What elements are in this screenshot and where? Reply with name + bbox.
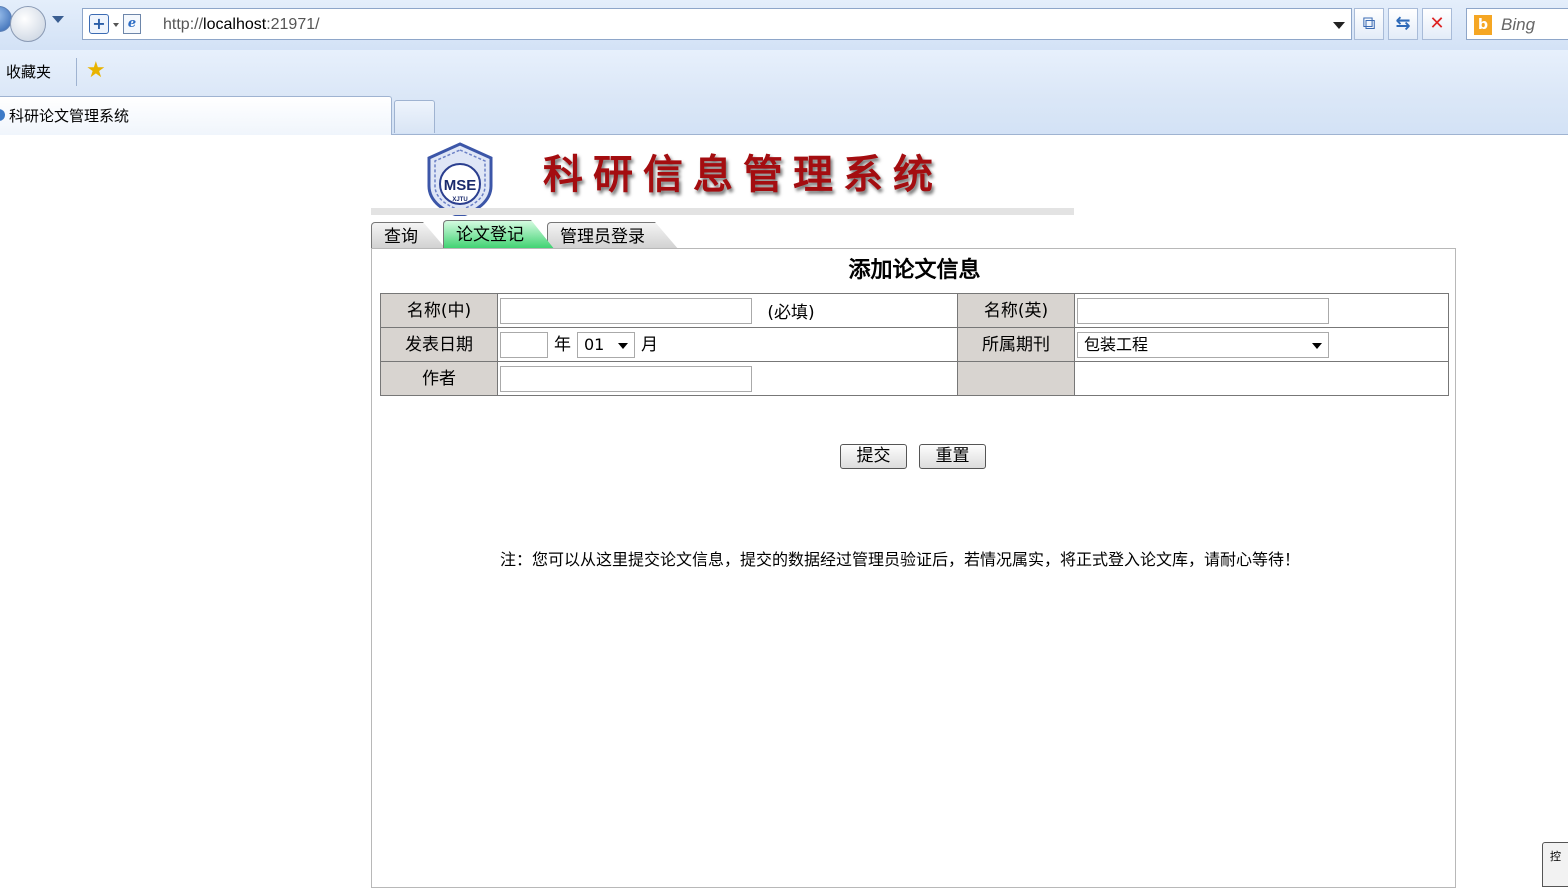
- browser-nav-bar: + e http://localhost:21971/ ⧉ ⇆ ✕ b Bing: [0, 0, 1568, 50]
- header-divider: [371, 208, 1074, 215]
- compatibility-view-icon[interactable]: ⧉: [1354, 8, 1384, 40]
- mse-shield-logo: MSE XJTU: [427, 142, 493, 216]
- chevron-down-icon: [1312, 342, 1322, 349]
- tab-strip: 科研论文管理系统: [0, 96, 1568, 135]
- journal-label: 所属期刊: [957, 327, 1075, 362]
- journal-value: 包装工程: [1084, 334, 1149, 354]
- name-cn-input[interactable]: [500, 297, 752, 324]
- month-unit: 月: [641, 334, 658, 355]
- chevron-down-icon[interactable]: [113, 23, 119, 27]
- tab-admin-login[interactable]: 管理员登录: [547, 222, 679, 250]
- new-tab-button[interactable]: [394, 100, 435, 133]
- address-dropdown-icon[interactable]: [1333, 22, 1345, 29]
- author-input[interactable]: [500, 365, 752, 392]
- footer-note: 注：您可以从这里提交论文信息，提交的数据经过管理员验证后，若情况属实，将正式登入…: [500, 550, 1301, 569]
- month-value: 01: [584, 334, 605, 354]
- author-label: 作者: [380, 361, 498, 396]
- page-favicon-icon: e: [123, 14, 141, 34]
- search-engine-label: Bing: [1501, 15, 1536, 34]
- year-input[interactable]: [500, 331, 548, 358]
- forward-button[interactable]: [10, 6, 46, 42]
- browser-tab-title: 科研论文管理系统: [9, 107, 130, 125]
- journal-select[interactable]: 包装工程: [1077, 331, 1329, 358]
- tab-query[interactable]: 查询: [371, 222, 447, 250]
- empty-value-cell: [1074, 361, 1449, 396]
- search-box[interactable]: b Bing: [1466, 8, 1568, 40]
- empty-label-cell: [957, 361, 1075, 396]
- name-cn-label: 名称(中): [380, 293, 498, 328]
- reset-button[interactable]: 重置: [919, 444, 986, 469]
- table-row: 作者: [380, 361, 1449, 396]
- svg-text:XJTU: XJTU: [452, 197, 467, 203]
- refresh-icon[interactable]: ⇆: [1388, 8, 1418, 40]
- browser-tab-active[interactable]: 科研论文管理系统: [0, 96, 392, 135]
- name-en-input[interactable]: [1077, 297, 1329, 324]
- nav-tabs: 查询 管理员登录 论文登记: [371, 220, 691, 250]
- favorites-button[interactable]: 收藏夹: [6, 62, 51, 82]
- add-favorite-star-icon[interactable]: ★: [86, 59, 106, 83]
- url-text[interactable]: http://localhost:21971/: [163, 15, 320, 35]
- stop-icon[interactable]: ✕: [1422, 8, 1452, 40]
- name-en-cell: [1074, 293, 1449, 328]
- chevron-down-icon: [618, 342, 628, 349]
- year-unit: 年: [554, 334, 571, 355]
- author-cell: [497, 361, 958, 396]
- name-cn-cell: (必填): [497, 293, 958, 328]
- paper-form-table: 名称(中) (必填) 名称(英) 发表日期 年 01 月 所属期刊 包装工程 作者: [380, 293, 1449, 396]
- month-select[interactable]: 01: [577, 331, 635, 358]
- add-page-icon[interactable]: +: [89, 14, 109, 34]
- history-dropdown-icon[interactable]: [52, 16, 64, 23]
- corner-widget-label: 控: [1550, 850, 1561, 863]
- bing-logo-icon: b: [1474, 15, 1492, 35]
- table-row: 名称(中) (必填) 名称(英): [380, 293, 1449, 328]
- submit-button[interactable]: 提交: [840, 444, 907, 469]
- favorites-bar: 收藏夹 ★: [0, 50, 1568, 96]
- address-bar[interactable]: + e http://localhost:21971/: [82, 8, 1352, 40]
- journal-cell: 包装工程: [1074, 327, 1449, 362]
- required-note: (必填): [767, 303, 815, 323]
- favorites-divider: [76, 58, 77, 86]
- tab-favicon-icon: [0, 109, 5, 121]
- publish-date-cell: 年 01 月: [497, 327, 958, 362]
- table-row: 发表日期 年 01 月 所属期刊 包装工程: [380, 327, 1449, 362]
- corner-control-widget[interactable]: 控: [1542, 842, 1568, 887]
- tab-paper-register[interactable]: 论文登记: [443, 220, 555, 250]
- site-title: 科研信息管理系统: [543, 151, 943, 198]
- svg-text:MSE: MSE: [444, 177, 477, 194]
- form-heading: 添加论文信息: [848, 258, 981, 283]
- content-panel: 添加论文信息 名称(中) (必填) 名称(英) 发表日期 年 01 月 所属期刊 包…: [371, 248, 1456, 888]
- publish-date-label: 发表日期: [380, 327, 498, 362]
- name-en-label: 名称(英): [957, 293, 1075, 328]
- site-header: MSE XJTU 科研信息管理系统: [371, 138, 1075, 216]
